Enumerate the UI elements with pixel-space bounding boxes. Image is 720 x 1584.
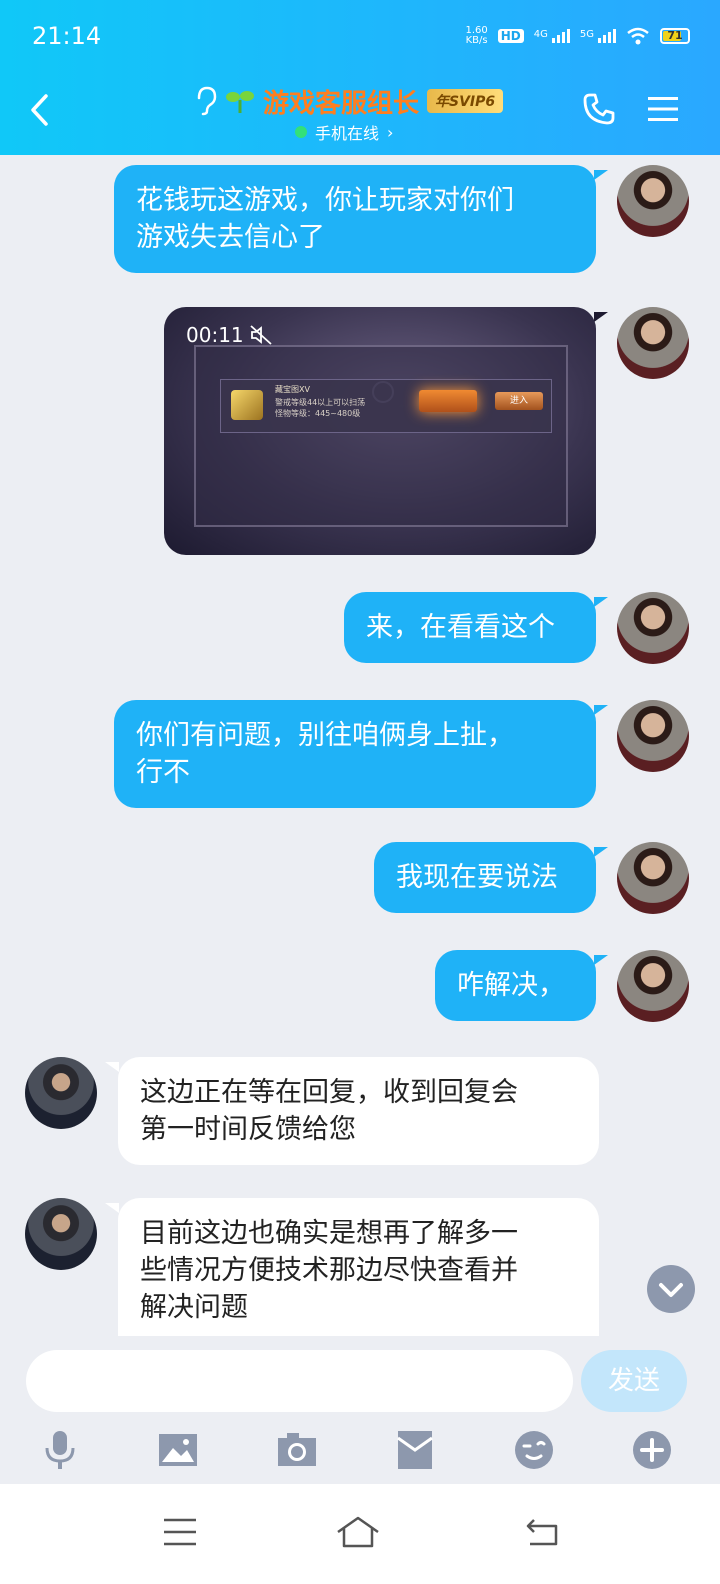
- scroll-down-button[interactable]: [647, 1265, 695, 1313]
- nav-menu-icon[interactable]: [158, 1512, 202, 1552]
- game-ui-line: 怪物等级：445~480级: [275, 409, 361, 418]
- ear-icon: [197, 86, 217, 116]
- message-line: 来，在看看这个: [366, 612, 555, 643]
- online-status-label: 手机在线: [315, 124, 380, 143]
- video-duration: 00:11: [186, 323, 244, 347]
- avatar[interactable]: [617, 307, 689, 379]
- sim1-label: 4G: [533, 29, 548, 40]
- message-bubble[interactable]: 你们有问题，别往咱俩身上扯， 行不: [114, 700, 596, 808]
- sim2-label: 5G: [579, 29, 594, 40]
- system-nav-bar: [0, 1484, 720, 1584]
- microphone-icon[interactable]: [38, 1428, 82, 1472]
- message-bubble[interactable]: 咋解决，: [435, 950, 596, 1021]
- battery-icon: 71: [660, 28, 690, 44]
- chat-header: 21:14 1.60 KB/s HD 4G 5G 71 游戏客服组长 年SVIP…: [0, 0, 720, 155]
- treasure-map-icon: [231, 390, 263, 420]
- avatar[interactable]: [25, 1057, 97, 1129]
- message-line: 游戏失去信心了: [136, 222, 325, 253]
- message-line: 你们有问题，别往咱俩身上扯，: [136, 720, 514, 751]
- game-ui-lines: 警戒等级44以上可以扫荡 怪物等级：445~480级: [275, 397, 365, 419]
- composer-toolbar: [0, 1428, 720, 1472]
- plus-icon[interactable]: [630, 1428, 674, 1472]
- chevron-right-icon: ›: [387, 122, 394, 142]
- game-enter-button: 进入: [495, 392, 543, 410]
- message-input[interactable]: [26, 1350, 573, 1412]
- scroll-down-icon: [659, 1283, 683, 1297]
- message-line: 些情况方便技术那边尽快查看并: [140, 1255, 518, 1286]
- nav-back-icon[interactable]: [520, 1512, 564, 1552]
- game-sweep-button: [419, 390, 477, 412]
- sprout-icon: [226, 91, 254, 113]
- phone-icon[interactable]: [582, 92, 616, 126]
- message-line: 这边正在等在回复，收到回复会: [140, 1077, 518, 1108]
- image-icon[interactable]: [156, 1428, 200, 1472]
- message-bubble[interactable]: 花钱玩这游戏，你让玩家对你们 游戏失去信心了: [114, 165, 596, 273]
- red-packet-icon[interactable]: [393, 1428, 437, 1472]
- game-ui-title: 藏宝图XV: [275, 385, 310, 394]
- message-line: 行不: [136, 757, 190, 788]
- wifi-icon: [627, 27, 649, 45]
- video-game-panel: 藏宝图XV 警戒等级44以上可以扫荡 怪物等级：445~480级 进入: [220, 379, 552, 433]
- avatar[interactable]: [617, 165, 689, 237]
- video-game-frame: [194, 345, 568, 527]
- vip-badge: 年SVIP6: [427, 89, 504, 113]
- message-line: 花钱玩这游戏，你让玩家对你们: [136, 185, 514, 216]
- net-speed-unit: KB/s: [465, 35, 488, 46]
- composer: 发送: [0, 1336, 720, 1484]
- message-line: 咋解决，: [457, 970, 565, 1001]
- message-bubble[interactable]: 我现在要说法: [374, 842, 596, 913]
- status-time: 21:14: [32, 22, 102, 50]
- message-line: 目前这边也确实是想再了解多一: [140, 1218, 518, 1249]
- avatar[interactable]: [617, 700, 689, 772]
- signal-5g-icon: 5G: [580, 29, 616, 43]
- online-dot-icon: [295, 126, 307, 138]
- avatar[interactable]: [617, 950, 689, 1022]
- muted-icon[interactable]: [250, 325, 272, 345]
- message-bubble[interactable]: 目前这边也确实是想再了解多一 些情况方便技术那边尽快查看并 解决问题: [118, 1198, 599, 1336]
- game-ui-line: 警戒等级44以上可以扫荡: [275, 398, 366, 407]
- menu-icon[interactable]: [646, 94, 680, 124]
- video-message[interactable]: 藏宝图XV 警戒等级44以上可以扫荡 怪物等级：445~480级 进入 00:1…: [164, 307, 596, 555]
- contact-name: 游戏客服组长: [263, 88, 420, 119]
- nav-home-icon[interactable]: [334, 1512, 382, 1552]
- contact-title-area[interactable]: 游戏客服组长 年SVIP6 手机在线 ›: [195, 84, 555, 144]
- send-button[interactable]: 发送: [581, 1350, 687, 1412]
- status-bar: 21:14 1.60 KB/s HD 4G 5G 71: [32, 22, 690, 56]
- camera-icon[interactable]: [275, 1428, 319, 1472]
- message-bubble[interactable]: 来，在看看这个: [344, 592, 596, 663]
- message-line: 我现在要说法: [396, 862, 558, 893]
- net-speed: 1.60 KB/s: [465, 26, 487, 46]
- message-line: 解决问题: [140, 1292, 248, 1323]
- avatar[interactable]: [617, 592, 689, 664]
- back-icon[interactable]: [28, 92, 52, 128]
- battery-level: 71: [667, 29, 683, 42]
- online-status: 手机在线 ›: [295, 120, 393, 144]
- message-line: 第一时间反馈给您: [140, 1114, 356, 1145]
- avatar[interactable]: [617, 842, 689, 914]
- hd-badge: HD: [497, 29, 524, 43]
- emoji-icon[interactable]: [512, 1428, 556, 1472]
- signal-4g-icon: 4G: [534, 29, 570, 43]
- message-bubble[interactable]: 这边正在等在回复，收到回复会 第一时间反馈给您: [118, 1057, 599, 1165]
- avatar[interactable]: [25, 1198, 97, 1270]
- status-icons: 1.60 KB/s HD 4G 5G 71: [465, 26, 690, 46]
